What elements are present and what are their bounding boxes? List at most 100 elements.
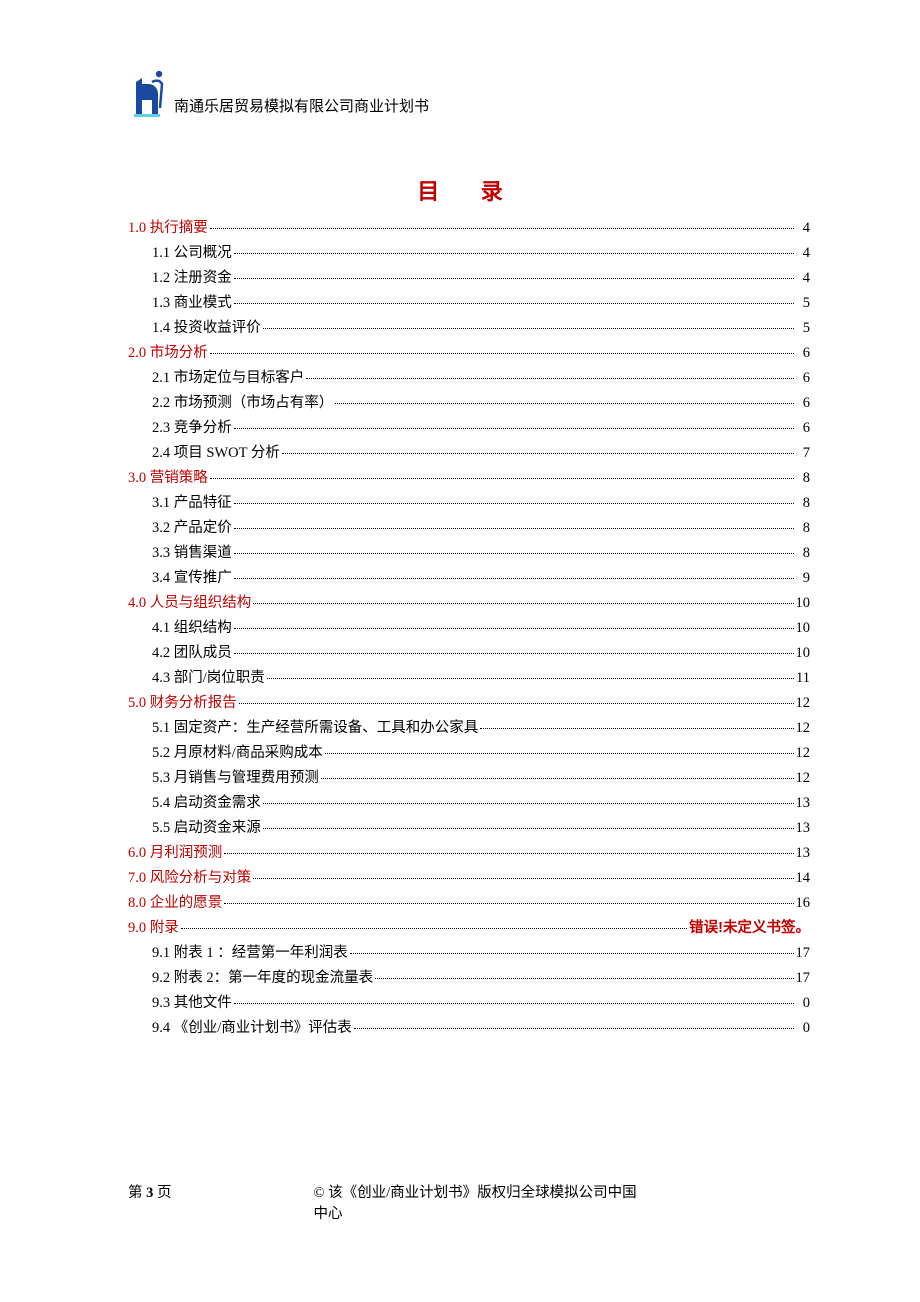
toc-entry-page: 8 bbox=[796, 541, 810, 566]
toc-entry[interactable]: 3.0 营销策略 8 bbox=[128, 466, 810, 491]
toc-entry[interactable]: 2.1 市场定位与目标客户6 bbox=[128, 366, 810, 391]
toc-entry-label: 7.0 风险分析与对策 bbox=[128, 866, 251, 891]
toc-entry-label: 1.0 执行摘要 bbox=[128, 216, 208, 241]
toc-entry[interactable]: 9.0 附录 错误!未定义书签。 bbox=[128, 916, 810, 941]
toc-entry-page: 13 bbox=[796, 791, 811, 816]
toc-entry[interactable]: 4.3 部门/岗位职责 11 bbox=[128, 666, 810, 691]
toc-leader bbox=[234, 278, 794, 279]
toc-entry-label: 9.4 《创业/商业计划书》评估表 bbox=[152, 1016, 352, 1041]
toc-entry-page: 0 bbox=[796, 1016, 810, 1041]
toc-entry-label: 1.2 注册资金 bbox=[152, 266, 232, 291]
toc-entry[interactable]: 5.0 财务分析报告 12 bbox=[128, 691, 810, 716]
toc-entry-page: 6 bbox=[796, 391, 810, 416]
toc-entry[interactable]: 5.1 固定资产：生产经营所需设备、工具和办公家具12 bbox=[128, 716, 810, 741]
toc-entry[interactable]: 3.2 产品定价 8 bbox=[128, 516, 810, 541]
page-footer: 第 3 页 © 该《创业/商业计划书》版权归全球模拟公司中国中心 bbox=[128, 1181, 810, 1202]
toc-entry[interactable]: 3.4 宣传推广9 bbox=[128, 566, 810, 591]
toc-leader bbox=[234, 503, 794, 504]
toc-entry[interactable]: 1.1 公司概况 4 bbox=[128, 241, 810, 266]
toc-entry[interactable]: 4.2 团队成员10 bbox=[128, 641, 810, 666]
toc-entry-label: 4.1 组织结构 bbox=[152, 616, 232, 641]
toc-entry-label: 3.3 销售渠道 bbox=[152, 541, 232, 566]
toc-entry-label: 5.0 财务分析报告 bbox=[128, 691, 237, 716]
toc-leader bbox=[234, 428, 794, 429]
toc-entry[interactable]: 2.3 竞争分析6 bbox=[128, 416, 810, 441]
toc-entry[interactable]: 4.1 组织结构 10 bbox=[128, 616, 810, 641]
toc-entry[interactable]: 3.3 销售渠道 8 bbox=[128, 541, 810, 566]
toc-entry-label: 5.4 启动资金需求 bbox=[152, 791, 261, 816]
toc-entry-page: 4 bbox=[796, 241, 810, 266]
toc-leader bbox=[282, 453, 794, 454]
toc-entry-page: 10 bbox=[796, 616, 811, 641]
toc-leader bbox=[267, 678, 794, 679]
toc-leader bbox=[306, 378, 794, 379]
toc-entry[interactable]: 5.2 月原材料/商品采购成本12 bbox=[128, 741, 810, 766]
toc-leader bbox=[234, 528, 794, 529]
page-header: 南通乐居贸易模拟有限公司商业计划书 bbox=[128, 70, 810, 118]
toc-entry-page: 10 bbox=[796, 591, 811, 616]
toc-entry[interactable]: 1.2 注册资金4 bbox=[128, 266, 810, 291]
toc-entry-page: 11 bbox=[796, 666, 810, 691]
toc-leader bbox=[224, 903, 793, 904]
toc-leader bbox=[234, 578, 794, 579]
toc-entry-page: 错误!未定义书签。 bbox=[689, 916, 810, 941]
toc-entry-label: 1.3 商业模式 bbox=[152, 291, 232, 316]
toc-leader bbox=[234, 653, 794, 654]
toc-entry[interactable]: 5.4 启动资金需求 13 bbox=[128, 791, 810, 816]
toc-entry[interactable]: 9.2 附表 2：第一年度的现金流量表17 bbox=[128, 966, 810, 991]
toc-leader bbox=[335, 403, 794, 404]
toc-entry-page: 8 bbox=[796, 516, 810, 541]
toc-entry-page: 5 bbox=[796, 316, 810, 341]
toc-entry[interactable]: 4.0 人员与组织结构10 bbox=[128, 591, 810, 616]
header-title: 南通乐居贸易模拟有限公司商业计划书 bbox=[174, 95, 429, 118]
toc-entry-label: 1.1 公司概况 bbox=[152, 241, 232, 266]
toc-entry-page: 8 bbox=[796, 491, 810, 516]
toc-title: 目 录 bbox=[128, 174, 810, 206]
toc-entry-page: 5 bbox=[796, 291, 810, 316]
toc-entry-label: 3.2 产品定价 bbox=[152, 516, 232, 541]
toc-entry-label: 8.0 企业的愿景 bbox=[128, 891, 222, 916]
toc-leader bbox=[263, 803, 794, 804]
toc-entry[interactable]: 9.3 其他文件0 bbox=[128, 991, 810, 1016]
toc-entry[interactable]: 1.3 商业模式 5 bbox=[128, 291, 810, 316]
copyright: © 该《创业/商业计划书》版权归全球模拟公司中国中心 bbox=[314, 1181, 645, 1223]
toc-entry[interactable]: 9.4 《创业/商业计划书》评估表 0 bbox=[128, 1016, 810, 1041]
toc-entry-label: 4.2 团队成员 bbox=[152, 641, 232, 666]
page-number-label: 第 3 页 bbox=[128, 1181, 172, 1202]
toc-entry-page: 16 bbox=[796, 891, 811, 916]
toc-leader bbox=[263, 328, 794, 329]
toc-leader bbox=[234, 1003, 794, 1004]
toc-entry[interactable]: 1.0 执行摘要4 bbox=[128, 216, 810, 241]
toc-leader bbox=[210, 478, 794, 479]
toc-leader bbox=[234, 303, 794, 304]
toc-entry-label: 5.2 月原材料/商品采购成本 bbox=[152, 741, 323, 766]
toc-entry-label: 3.1 产品特征 bbox=[152, 491, 232, 516]
toc-leader bbox=[234, 553, 794, 554]
toc-entry-label: 9.3 其他文件 bbox=[152, 991, 232, 1016]
toc-entry-label: 5.1 固定资产：生产经营所需设备、工具和办公家具 bbox=[152, 716, 478, 741]
toc-entry[interactable]: 2.2 市场预测（市场占有率） 6 bbox=[128, 391, 810, 416]
toc-entry[interactable]: 2.0 市场分析6 bbox=[128, 341, 810, 366]
toc-entry[interactable]: 1.4 投资收益评价5 bbox=[128, 316, 810, 341]
toc-entry[interactable]: 7.0 风险分析与对策14 bbox=[128, 866, 810, 891]
toc-entry-page: 12 bbox=[796, 691, 811, 716]
toc-entry-page: 6 bbox=[796, 416, 810, 441]
toc-entry-label: 6.0 月利润预测 bbox=[128, 841, 222, 866]
toc-entry-page: 8 bbox=[796, 466, 810, 491]
toc-entry[interactable]: 6.0 月利润预测13 bbox=[128, 841, 810, 866]
toc-entry-label: 3.0 营销策略 bbox=[128, 466, 208, 491]
toc-entry[interactable]: 8.0 企业的愿景 16 bbox=[128, 891, 810, 916]
toc-entry[interactable]: 3.1 产品特征 8 bbox=[128, 491, 810, 516]
toc-entry[interactable]: 5.3 月销售与管理费用预测12 bbox=[128, 766, 810, 791]
toc-entry-label: 4.3 部门/岗位职责 bbox=[152, 666, 265, 691]
toc-entry[interactable]: 9.1 附表 1 ：经营第一年利润表17 bbox=[128, 941, 810, 966]
toc-entry[interactable]: 5.5 启动资金来源13 bbox=[128, 816, 810, 841]
toc-leader bbox=[210, 353, 794, 354]
toc-entry-label: 9.0 附录 bbox=[128, 916, 179, 941]
toc-entry-label: 9.1 附表 1 ：经营第一年利润表 bbox=[152, 941, 348, 966]
toc-entry-label: 2.2 市场预测（市场占有率） bbox=[152, 391, 333, 416]
toc-leader bbox=[234, 253, 794, 254]
toc-leader bbox=[325, 753, 794, 754]
toc-entry[interactable]: 2.4 项目 SWOT 分析7 bbox=[128, 441, 810, 466]
toc-entry-page: 9 bbox=[796, 566, 810, 591]
